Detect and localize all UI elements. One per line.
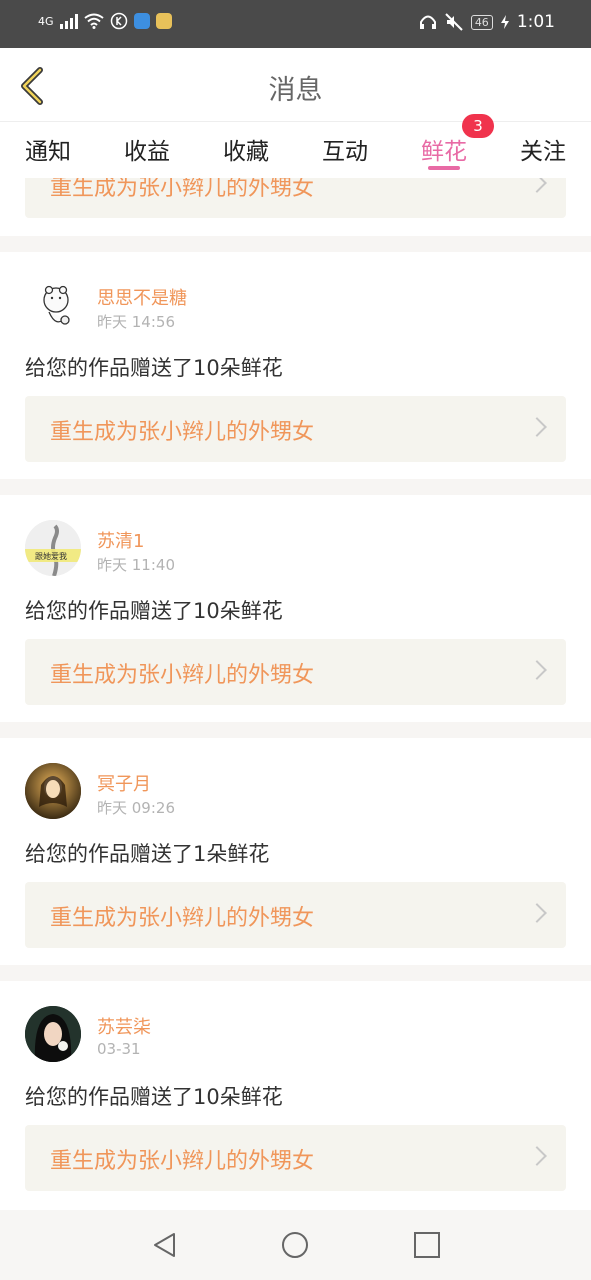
message-card: 重生成为张小辫儿的外甥女 — [0, 178, 591, 236]
work-title: 重生成为张小辫儿的外甥女 — [50, 906, 315, 931]
sent-time: 昨天 14:56 — [97, 313, 175, 331]
battery-icon: 46 — [470, 14, 493, 30]
work-link[interactable]: 重生成为张小辫儿的外甥女 — [25, 639, 566, 705]
headphones-icon — [419, 15, 436, 29]
work-link[interactable]: 重生成为张小辫儿的外甥女 — [25, 1125, 566, 1191]
work-title: 重生成为张小辫儿的外甥女 — [50, 1149, 315, 1174]
network-type: 4G — [38, 14, 54, 28]
tab-notice[interactable]: 通知 — [8, 132, 88, 166]
clock: 1:01 — [516, 12, 555, 32]
bear-avatar-icon — [43, 285, 70, 325]
sent-time: 昨天 09:26 — [97, 799, 175, 817]
tab-follow[interactable]: 关注 — [503, 132, 583, 166]
message-feed[interactable]: 重生成为张小辫儿的外甥女 思思不是糖 昨天 14:56 给您的作品赠送了10朵鲜… — [0, 178, 591, 1210]
message-card: 冥子月 昨天 09:26 给您的作品赠送了1朵鲜花 重生成为张小辫儿的外甥女 — [0, 738, 591, 965]
tab-interaction[interactable]: 互动 — [305, 132, 385, 166]
avatar[interactable] — [25, 763, 81, 819]
message-card: 跟她爱我 苏清1 昨天 11:40 给您的作品赠送了10朵鲜花 重生成为张小辫儿… — [0, 495, 591, 722]
work-title: 重生成为张小辫儿的外甥女 — [50, 178, 315, 201]
work-link[interactable]: 重生成为张小辫儿的外甥女 — [25, 882, 566, 948]
mute-icon — [445, 13, 463, 31]
sender-name[interactable]: 苏芸柒 — [97, 1013, 151, 1039]
status-bar: 4G 46 1:01 — [0, 0, 591, 48]
sent-time: 03-31 — [97, 1040, 141, 1058]
back-nav-icon[interactable] — [150, 1230, 180, 1260]
header: 消息 — [0, 48, 591, 122]
gift-message: 给您的作品赠送了10朵鲜花 — [25, 599, 283, 623]
chevron-right-icon — [527, 417, 547, 437]
chevron-right-icon — [527, 660, 547, 680]
chevron-right-icon — [527, 1146, 547, 1166]
system-nav-bar — [0, 1210, 591, 1280]
app-notification-icon — [155, 13, 172, 29]
k-app-icon — [110, 12, 127, 30]
sender-name[interactable]: 苏清1 — [97, 527, 144, 553]
work-title: 重生成为张小辫儿的外甥女 — [50, 663, 315, 688]
app-notification-icon — [133, 13, 150, 29]
page-title: 消息 — [268, 75, 323, 106]
gift-message: 给您的作品赠送了10朵鲜花 — [25, 356, 283, 380]
status-right: 46 1:01 — [419, 12, 555, 32]
photo-avatar-icon — [25, 1006, 81, 1062]
tab-favorites[interactable]: 收藏 — [206, 132, 286, 166]
avatar-caption: 跟她爱我 — [35, 551, 67, 561]
work-link[interactable]: 重生成为张小辫儿的外甥女 — [25, 396, 566, 462]
home-nav-icon[interactable] — [280, 1230, 310, 1260]
wifi-icon — [83, 13, 104, 29]
gift-message: 给您的作品赠送了10朵鲜花 — [25, 1085, 283, 1109]
active-tab-indicator — [428, 166, 460, 170]
sent-time: 昨天 11:40 — [97, 556, 175, 574]
work-link[interactable]: 重生成为张小辫儿的外甥女 — [25, 178, 566, 218]
avatar[interactable] — [25, 276, 81, 332]
tab-bar: 通知 收益 收藏 互动 鲜花 关注 — [0, 122, 591, 178]
avatar[interactable] — [25, 1006, 81, 1062]
sender-name[interactable]: 思思不是糖 — [97, 284, 187, 310]
chevron-right-icon — [527, 903, 547, 923]
chevron-right-icon — [527, 178, 547, 193]
message-card: 苏芸柒 03-31 给您的作品赠送了10朵鲜花 重生成为张小辫儿的外甥女 — [0, 981, 591, 1210]
recents-nav-icon[interactable] — [412, 1230, 442, 1260]
signal-icon — [59, 13, 78, 29]
avatar[interactable]: 跟她爱我 — [25, 520, 81, 576]
sender-name[interactable]: 冥子月 — [97, 770, 151, 796]
photo-avatar-icon: 跟她爱我 — [25, 520, 81, 576]
photo-avatar-icon — [25, 763, 81, 819]
gift-message: 给您的作品赠送了1朵鲜花 — [25, 842, 270, 866]
tab-earnings[interactable]: 收益 — [107, 132, 187, 166]
status-left: 4G — [38, 12, 172, 30]
unread-badge: 3 — [462, 114, 494, 138]
work-title: 重生成为张小辫儿的外甥女 — [50, 420, 315, 445]
charging-icon — [500, 15, 509, 29]
message-card: 思思不是糖 昨天 14:56 给您的作品赠送了10朵鲜花 重生成为张小辫儿的外甥… — [0, 252, 591, 479]
